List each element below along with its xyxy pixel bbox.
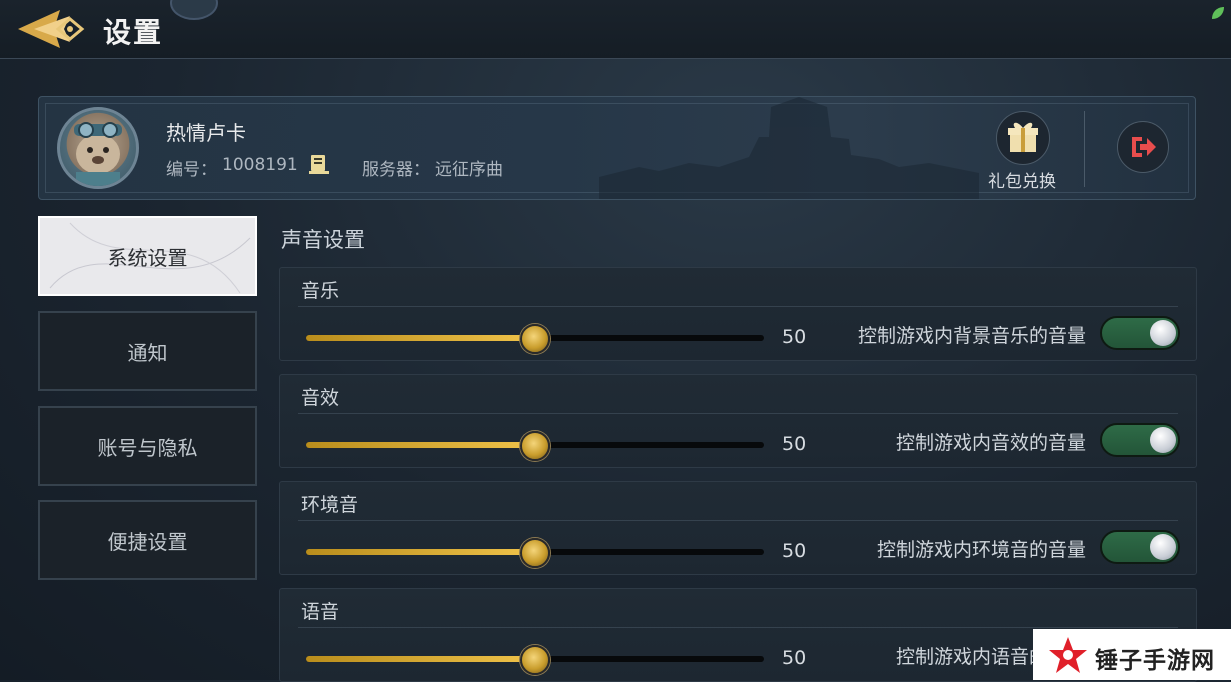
slider-fill: [306, 335, 535, 341]
logout-button[interactable]: [1117, 121, 1169, 173]
divider: [298, 413, 1178, 414]
profile-card: 热情卢卡 编号： 1008191 服务器： 远征序曲 礼包兑换: [38, 96, 1196, 200]
volume-slider[interactable]: [306, 538, 764, 568]
back-button[interactable]: [14, 6, 88, 52]
watermark-text: 锤子手游网: [1095, 648, 1215, 674]
setting-row-music: 音乐 50 控制游戏内背景音乐的音量: [279, 267, 1197, 361]
setting-label: 音效: [301, 387, 340, 409]
server-label: 服务器：: [362, 160, 430, 180]
setting-label: 环境音: [301, 494, 359, 516]
sidebar-item-quick-settings[interactable]: 便捷设置: [38, 500, 257, 580]
setting-description: 控制游戏内背景音乐的音量: [857, 325, 1086, 347]
volume-value: 50: [782, 433, 807, 455]
sidebar-item-label: 账号与隐私: [97, 435, 198, 460]
player-id-label: 编号：: [166, 160, 217, 180]
toggle-switch[interactable]: [1100, 530, 1180, 564]
volume-value: 50: [782, 647, 807, 669]
setting-description: 控制游戏内音效的音量: [895, 432, 1086, 454]
slider-handle[interactable]: [520, 538, 550, 568]
sidebar-item-label: 系统设置: [107, 245, 188, 270]
sidebar-item-label: 通知: [127, 340, 168, 365]
setting-label: 语音: [301, 601, 340, 623]
logout-icon: [1132, 137, 1156, 157]
slider-handle[interactable]: [520, 324, 550, 354]
gift-redeem-label: 礼包兑换: [988, 172, 1056, 192]
sidebar-item-notifications[interactable]: 通知: [38, 311, 257, 391]
avatar[interactable]: [57, 107, 139, 189]
setting-description: 控制游戏内环境音的音量: [876, 539, 1086, 561]
divider: [298, 627, 1178, 628]
slider-handle[interactable]: [520, 645, 550, 675]
page-title: 设置: [103, 16, 164, 49]
slider-handle[interactable]: [520, 431, 550, 461]
divider: [298, 520, 1178, 521]
setting-label: 音乐: [301, 280, 340, 302]
server-value: 远征序曲: [435, 160, 503, 180]
setting-row-sound-effects: 音效 50 控制游戏内音效的音量: [279, 374, 1197, 468]
divider: [298, 306, 1178, 307]
volume-slider[interactable]: [306, 645, 764, 675]
copy-icon[interactable]: [308, 153, 330, 175]
slider-fill: [306, 442, 535, 448]
decoration-emblem: [170, 0, 218, 20]
setting-row-ambient: 环境音 50 控制游戏内环境音的音量: [279, 481, 1197, 575]
hammer-logo-icon: [1049, 637, 1087, 673]
slider-fill: [306, 656, 535, 662]
top-bar: 设置: [0, 0, 1231, 59]
toggle-knob: [1150, 320, 1176, 346]
volume-slider[interactable]: [306, 324, 764, 354]
username: 热情卢卡: [166, 121, 246, 145]
back-arrow-icon: [18, 10, 85, 48]
toggle-switch[interactable]: [1100, 423, 1180, 457]
watermark: 锤子手游网: [1033, 629, 1231, 680]
leaf-icon: [1212, 7, 1224, 19]
volume-value: 50: [782, 326, 807, 348]
volume-slider[interactable]: [306, 431, 764, 461]
sidebar-item-account-privacy[interactable]: 账号与隐私: [38, 406, 257, 486]
divider: [1084, 111, 1085, 187]
slider-fill: [306, 549, 535, 555]
player-id-value: 1008191: [222, 155, 298, 175]
gift-redeem-button[interactable]: 礼包兑换: [984, 107, 1060, 193]
gift-icon: [996, 111, 1050, 165]
sidebar-item-label: 便捷设置: [107, 529, 188, 554]
castle-background-image: [599, 97, 979, 199]
toggle-knob: [1150, 427, 1176, 453]
toggle-knob: [1150, 534, 1176, 560]
toggle-switch[interactable]: [1100, 316, 1180, 350]
sidebar-item-system-settings[interactable]: 系统设置: [38, 216, 257, 296]
volume-value: 50: [782, 540, 807, 562]
section-title: 声音设置: [281, 228, 365, 252]
